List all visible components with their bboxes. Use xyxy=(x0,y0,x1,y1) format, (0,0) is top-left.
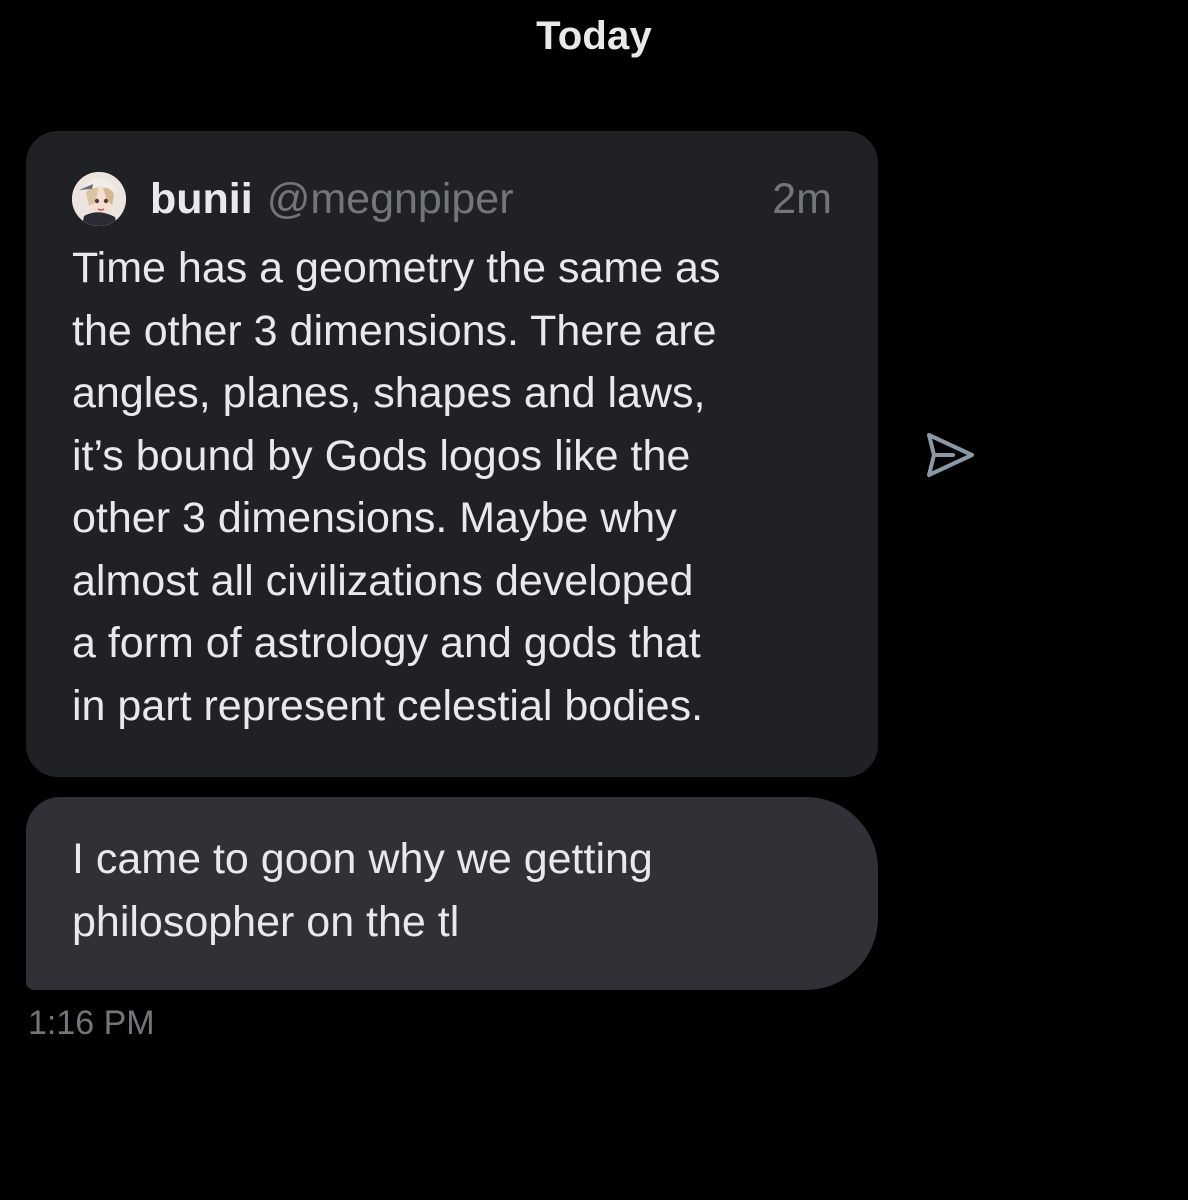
tweet-author-name[interactable]: bunii xyxy=(150,175,253,224)
message-bubble[interactable]: I came to goon why we getting philosophe… xyxy=(26,797,878,990)
send-icon xyxy=(927,433,974,477)
tweet-author-handle[interactable]: @megnpiper xyxy=(267,175,514,224)
date-divider: Today xyxy=(536,14,652,58)
tweet-time: 2m xyxy=(772,174,832,223)
tweet-header: bunii @megnpiper 2m xyxy=(72,171,832,227)
message-text: I came to goon why we getting philosophe… xyxy=(72,835,653,946)
avatar-image-icon xyxy=(72,172,126,226)
shared-tweet-card[interactable]: bunii @megnpiper 2m Time has a geometry … xyxy=(26,131,878,777)
tweet-text: Time has a geometry the same as the othe… xyxy=(72,244,721,730)
avatar[interactable] xyxy=(72,172,126,226)
share-tweet-button[interactable] xyxy=(924,428,978,482)
message-timestamp: 1:16 PM xyxy=(28,1004,155,1042)
